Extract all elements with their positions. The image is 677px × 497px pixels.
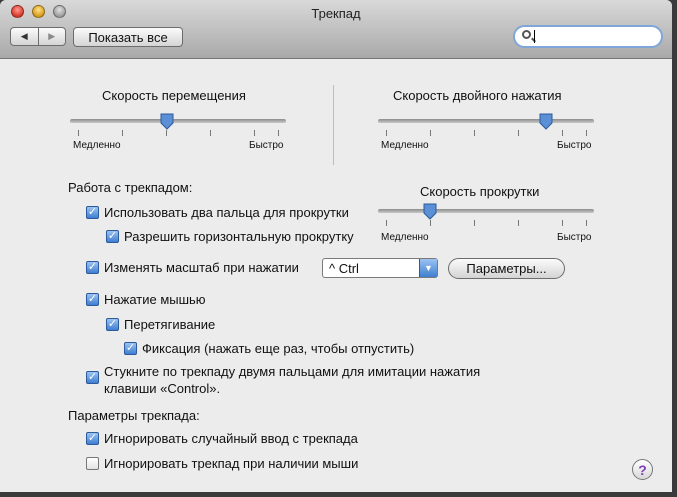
secondary-click-label-line1: Стукните по трекпаду двумя пальцами для … <box>104 364 481 379</box>
chevron-down-icon: ▼ <box>419 259 437 277</box>
secondary-click-label-line2: клавиши «Control». <box>104 381 221 396</box>
double-click-speed-track[interactable] <box>378 119 594 123</box>
tracking-speed-track[interactable] <box>70 119 286 123</box>
ignore-trackpad-with-mouse-label: Игнорировать трекпад при наличии мыши <box>104 456 359 471</box>
scroll-speed-track[interactable] <box>378 209 594 213</box>
double-click-speed-max-label: Быстро <box>557 140 592 151</box>
drag-lock-label: Фиксация (нажать еще раз, чтобы отпустит… <box>142 341 415 356</box>
section-divider <box>333 85 334 165</box>
horizontal-scroll-label: Разрешить горизонтальную прокрутку <box>124 229 354 244</box>
slider-tick <box>562 220 563 226</box>
slider-tick <box>254 130 255 136</box>
ignore-accidental-input-label: Игнорировать случайный ввод с трекпада <box>104 431 358 446</box>
slider-tick <box>430 130 431 136</box>
double-click-speed-min-label: Медленно <box>381 140 429 151</box>
search-icon <box>522 30 531 39</box>
dragging-label: Перетягивание <box>124 317 216 332</box>
clicking-checkbox[interactable]: ✓ <box>86 293 99 306</box>
slider-tick <box>122 130 123 136</box>
forward-arrow-icon[interactable]: ▶ <box>37 28 66 45</box>
scroll-speed-slider-thumb[interactable] <box>423 203 437 220</box>
scroll-speed-max-label: Быстро <box>557 232 592 243</box>
search-field[interactable] <box>513 25 663 48</box>
slider-tick <box>210 130 211 136</box>
dragging-checkbox[interactable]: ✓ <box>106 318 119 331</box>
clicking-label: Нажатие мышью <box>104 292 206 307</box>
slider-tick <box>474 220 475 226</box>
slider-tick <box>166 130 167 136</box>
options-section-heading: Параметры трекпада: <box>68 408 200 423</box>
double-click-speed-label: Скорость двойного нажатия <box>393 88 562 103</box>
trackpad-preferences-window: Трекпад ◀ ▶ Показать все Скорость переме… <box>0 0 672 492</box>
title-bar: Трекпад ◀ ▶ Показать все <box>0 0 672 59</box>
two-finger-scroll-label: Использовать два пальца для прокрутки <box>104 205 349 220</box>
slider-tick <box>562 130 563 136</box>
tracking-speed-slider-thumb[interactable] <box>160 113 174 130</box>
slider-tick <box>386 130 387 136</box>
text-cursor <box>534 30 535 43</box>
ignore-accidental-input-checkbox[interactable]: ✓ <box>86 432 99 445</box>
navigation-buttons: ◀ ▶ <box>10 27 66 46</box>
zoom-modifier-value: ^ Ctrl <box>329 261 359 276</box>
zoom-on-click-checkbox[interactable]: ✓ <box>86 261 99 274</box>
back-arrow-icon[interactable]: ◀ <box>11 28 38 45</box>
slider-tick <box>518 130 519 136</box>
trackpad-section-heading: Работа с трекпадом: <box>68 180 193 195</box>
scroll-speed-min-label: Медленно <box>381 232 429 243</box>
slider-tick <box>78 130 79 136</box>
options-button[interactable]: Параметры... <box>448 258 565 279</box>
double-click-speed-slider-thumb[interactable] <box>539 113 553 130</box>
slider-tick <box>278 130 279 136</box>
window-title: Трекпад <box>311 6 361 21</box>
slider-tick <box>386 220 387 226</box>
drag-lock-checkbox[interactable]: ✓ <box>124 342 137 355</box>
tracking-speed-min-label: Медленно <box>73 140 121 151</box>
help-button[interactable]: ? <box>632 459 653 480</box>
secondary-click-checkbox[interactable]: ✓ <box>86 371 99 384</box>
slider-tick <box>586 130 587 136</box>
zoom-on-click-label: Изменять масштаб при нажатии <box>104 260 299 275</box>
zoom-modifier-select[interactable]: ^ Ctrl ▼ <box>322 258 438 278</box>
tracking-speed-max-label: Быстро <box>249 140 284 151</box>
slider-tick <box>518 220 519 226</box>
show-all-button[interactable]: Показать все <box>73 27 183 47</box>
two-finger-scroll-checkbox[interactable]: ✓ <box>86 206 99 219</box>
ignore-trackpad-with-mouse-checkbox[interactable] <box>86 457 99 470</box>
slider-tick <box>474 130 475 136</box>
tracking-speed-label: Скорость перемещения <box>102 88 246 103</box>
scroll-speed-label: Скорость прокрутки <box>420 184 540 199</box>
slider-tick <box>586 220 587 226</box>
horizontal-scroll-checkbox[interactable]: ✓ <box>106 230 119 243</box>
slider-tick <box>430 220 431 226</box>
